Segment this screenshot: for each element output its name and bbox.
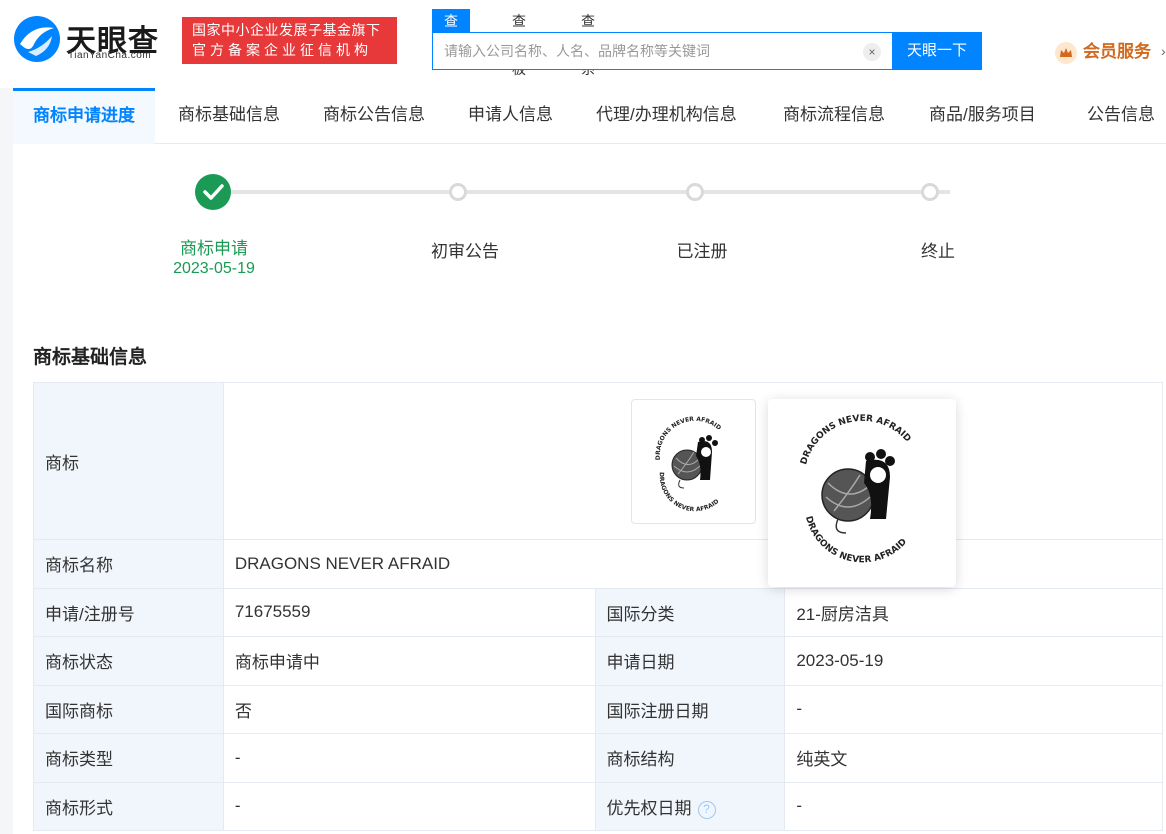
row-label: 商标结构 [594, 733, 786, 783]
search-tab-boss[interactable]: 查老板 [512, 9, 526, 77]
step-label-3: 已注册 [676, 242, 728, 261]
row-label: 国际注册日期 [594, 684, 786, 734]
step-label-2: 初审公告 [431, 242, 499, 261]
step-label-1: 商标申请 [180, 239, 248, 258]
fund-badge-line2: 官方备案企业征信机构 [192, 42, 372, 58]
row-label: 国际商标 [33, 684, 224, 734]
row-value: - [222, 781, 596, 831]
tab-process-info[interactable]: 商标流程信息 [783, 88, 885, 144]
help-icon[interactable]: ? [697, 800, 716, 819]
step-dot-3 [686, 183, 704, 201]
clear-icon[interactable]: × [863, 43, 881, 61]
section-title: 商标基础信息 [33, 347, 148, 368]
row-label: 商标类型 [33, 733, 224, 783]
search-box: × 天眼一下 [432, 32, 982, 70]
trademark-large-arc-bottom-text: DRAGONS NEVER AFRAID [803, 515, 909, 565]
row-label: 商标状态 [33, 636, 224, 686]
row-label: 优先权日期? [594, 781, 786, 831]
row-value: 否 [222, 684, 596, 734]
crown-icon [1055, 42, 1077, 64]
tab-goods-services[interactable]: 商品/服务项目 [929, 88, 1036, 144]
top-header: 天眼查 TianYanCha.com 国家中小企业发展子基金旗下 官方备案企业征… [0, 0, 1166, 88]
progress-stepper: 商标申请 2023-05-19 初审公告 已注册 终止 [13, 144, 1166, 314]
tab-announcement-info[interactable]: 商标公告信息 [323, 88, 425, 144]
trademark-label: 商标 [33, 382, 224, 540]
row-label: 申请日期 [594, 636, 786, 686]
step-dot-2 [449, 183, 467, 201]
trademark-preview-popup: DRAGONS NEVER AFRAID DRAGONS NEVER AFRAI… [768, 399, 956, 587]
row-value: - [784, 684, 1163, 734]
table-row: 国际商标 否 国际注册日期 - [33, 684, 1163, 734]
table-row: 商标 [33, 382, 1164, 540]
row-value: 商标申请中 [222, 636, 596, 686]
svg-text:DRAGONS NEVER AFRAID: DRAGONS NEVER AFRAID [799, 414, 912, 466]
fund-badge[interactable]: 国家中小企业发展子基金旗下 官方备案企业征信机构 [182, 17, 397, 64]
row-value: - [222, 733, 596, 783]
progress-track [231, 190, 950, 194]
basic-info-table: 商标 商标名称 DRAGONS NEVER AFRAID 申请/注册号 7167… [33, 382, 1164, 831]
trademark-logo-image: DRAGONS NEVER AFRAID DRAGONS NEVER AFRAI… [655, 416, 723, 514]
vip-label: 会员服务 [1083, 42, 1151, 61]
tab-application-progress[interactable]: 商标申请进度 [13, 88, 155, 144]
chevron-right-icon: › [1161, 43, 1166, 59]
row-value: 2023-05-19 [784, 636, 1163, 686]
table-row: 商标状态 商标申请中 申请日期 2023-05-19 [33, 636, 1163, 686]
logo-subtext: TianYanCha.com [68, 50, 152, 61]
logo-mark-icon [14, 16, 60, 62]
trademark-logo-large-image: DRAGONS NEVER AFRAID DRAGONS NEVER AFRAI… [799, 414, 912, 565]
svg-text:DRAGONS NEVER AFRAID: DRAGONS NEVER AFRAID [803, 515, 909, 565]
search-input[interactable] [433, 33, 893, 69]
step-done-check-icon [195, 174, 231, 210]
row-label: 国际分类 [594, 587, 786, 637]
row-value: 纯英文 [784, 733, 1163, 783]
row-label: 申请/注册号 [33, 587, 224, 637]
trademark-thumbnail[interactable]: DRAGONS NEVER AFRAID DRAGONS NEVER AFRAI… [631, 399, 756, 524]
tab-agency-info[interactable]: 代理/办理机构信息 [596, 88, 737, 144]
row-value: 71675559 [222, 587, 596, 637]
row-value: - [784, 781, 1163, 831]
search-button[interactable]: 天眼一下 [892, 32, 982, 70]
detail-tabs: 商标申请进度 商标基础信息 商标公告信息 申请人信息 代理/办理机构信息 商标流… [13, 88, 1166, 144]
search-tab-relation[interactable]: 查关系 [581, 9, 595, 77]
row-value: DRAGONS NEVER AFRAID [222, 539, 1164, 589]
row-label: 商标形式 [33, 781, 224, 831]
row-value: 21-厨房洁具 [784, 587, 1163, 637]
fund-badge-line1: 国家中小企业发展子基金旗下 [192, 22, 381, 38]
tianyancha-logo[interactable]: 天眼查 TianYanCha.com [12, 14, 172, 66]
search-tab-company[interactable]: 查公司 [432, 9, 470, 77]
trademark-large-arc-top-text: DRAGONS NEVER AFRAID [799, 414, 912, 466]
tab-notice-info[interactable]: 公告信息 [1087, 88, 1155, 144]
step-label-4: 终止 [921, 242, 955, 261]
tab-applicant-info[interactable]: 申请人信息 [468, 88, 553, 144]
table-row: 申请/注册号 71675559 国际分类 21-厨房洁具 [33, 587, 1163, 637]
table-row: 商标名称 DRAGONS NEVER AFRAID [33, 539, 1164, 589]
tab-basic-info[interactable]: 商标基础信息 [178, 88, 280, 144]
row-label: 商标名称 [33, 539, 224, 589]
priority-date-label: 优先权日期 [606, 798, 692, 818]
step-dot-4 [921, 183, 939, 201]
table-row: 商标形式 - 优先权日期? - [33, 781, 1163, 831]
table-row: 商标类型 - 商标结构 纯英文 [33, 733, 1163, 783]
step-date-1: 2023-05-19 [173, 260, 255, 277]
